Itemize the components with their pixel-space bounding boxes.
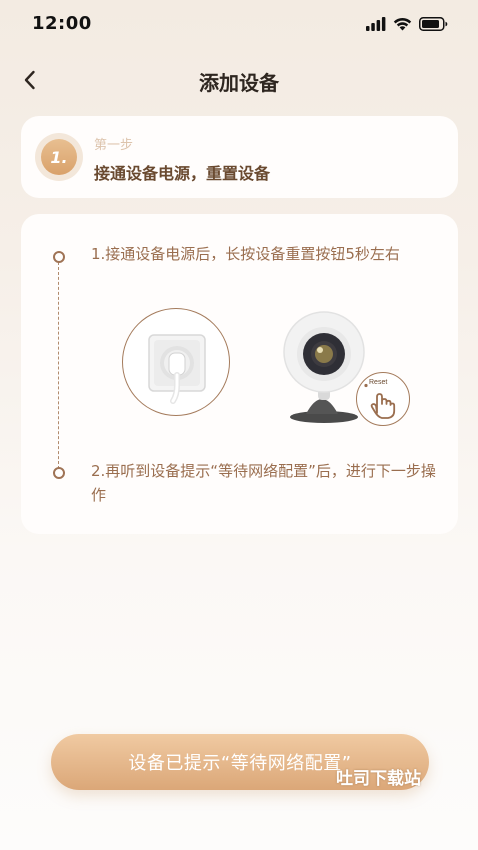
nav-bar: 添加设备 <box>0 55 478 105</box>
step-label: 第一步 <box>94 138 134 153</box>
instructions-card: 1.接通设备电源后，长按设备重置按钮5秒左右 Reset 2.再听到设备提示“等… <box>21 214 458 534</box>
power-socket-illustration <box>122 308 230 416</box>
battery-icon <box>419 16 448 35</box>
watermark: 吐司下载站 <box>336 769 421 789</box>
step-title: 接通设备电源，重置设备 <box>94 164 271 183</box>
status-time: 12:00 <box>32 13 92 34</box>
status-bar: 12:00 <box>0 0 478 50</box>
status-icons <box>366 16 448 35</box>
page-title: 添加设备 <box>199 71 279 95</box>
timeline-dot-2 <box>53 467 65 479</box>
reset-button-illustration: Reset <box>356 372 410 426</box>
instruction-step-2: 2.再听到设备提示“等待网络配置”后，进行下一步操作 <box>91 462 436 504</box>
power-socket-icon <box>148 334 206 404</box>
step-card: 1. 第一步 接通设备电源，重置设备 <box>21 116 458 198</box>
reset-label: Reset <box>369 379 388 386</box>
instruction-step-1: 1.接通设备电源后，长按设备重置按钮5秒左右 <box>91 245 400 263</box>
step-number: 1. <box>41 139 77 175</box>
confirm-button-label: 设备已提示“等待网络配置” <box>128 753 352 774</box>
wifi-icon <box>393 16 412 35</box>
camera-illustration: Reset <box>276 304 410 429</box>
cellular-signal-icon <box>366 16 386 35</box>
timeline-line <box>58 262 59 474</box>
step-badge: 1. <box>35 133 83 181</box>
timeline-dot-1 <box>53 251 65 263</box>
